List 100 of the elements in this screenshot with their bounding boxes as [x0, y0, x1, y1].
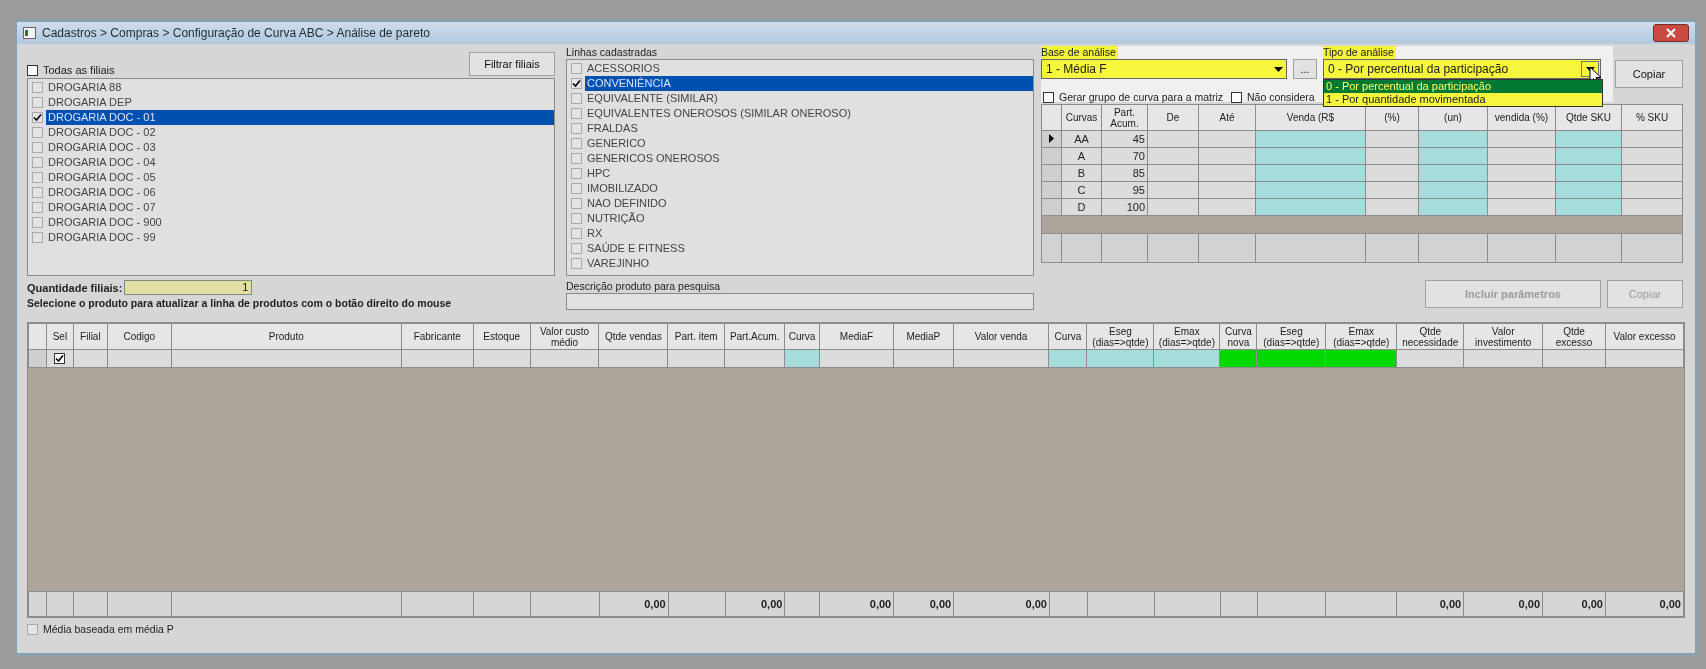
- list-item[interactable]: FRALDAS: [567, 121, 1033, 136]
- list-item[interactable]: GENERICOS ONEROSOS: [567, 151, 1033, 166]
- column-header[interactable]: % SKU: [1621, 104, 1683, 131]
- column-header[interactable]: Sel: [46, 323, 74, 350]
- column-header[interactable]: Fabricante: [401, 323, 474, 350]
- column-header[interactable]: Estoque: [473, 323, 531, 350]
- checkbox[interactable]: [571, 123, 582, 134]
- column-header[interactable]: Filial: [73, 323, 108, 350]
- column-header[interactable]: Valor investimento: [1463, 323, 1543, 350]
- checkbox[interactable]: [1231, 91, 1242, 103]
- checkbox[interactable]: [32, 157, 43, 168]
- list-item[interactable]: DROGARIA DOC - 03: [28, 140, 554, 155]
- checkbox[interactable]: [571, 198, 582, 209]
- column-header[interactable]: Codigo: [107, 323, 172, 350]
- column-header[interactable]: Qtde excesso: [1542, 323, 1606, 350]
- checkbox[interactable]: [32, 97, 43, 108]
- column-header[interactable]: Eseg (dias=>qtde): [1086, 323, 1154, 350]
- copy-button[interactable]: Copiar: [1615, 60, 1683, 88]
- list-item[interactable]: ACESSORIOS: [567, 61, 1033, 76]
- checkbox[interactable]: [571, 153, 582, 164]
- checkbox[interactable]: [571, 213, 582, 224]
- column-header[interactable]: Valor excesso: [1605, 323, 1684, 350]
- list-item[interactable]: EQUIVALENTES ONEROSOS (SIMILAR ONEROSO): [567, 106, 1033, 121]
- column-header[interactable]: Até: [1198, 104, 1256, 131]
- checkbox[interactable]: [571, 168, 582, 179]
- checkbox[interactable]: [32, 217, 43, 228]
- list-item[interactable]: DROGARIA DOC - 05: [28, 170, 554, 185]
- close-button[interactable]: [1653, 24, 1689, 42]
- checkbox[interactable]: [32, 172, 43, 183]
- checkbox[interactable]: [27, 623, 38, 635]
- list-item[interactable]: DROGARIA DOC - 06: [28, 185, 554, 200]
- column-header[interactable]: Part. Acum.: [1101, 104, 1148, 131]
- dropdown-value: 1 - Média F: [1046, 62, 1107, 76]
- checkbox[interactable]: [32, 232, 43, 243]
- checkbox[interactable]: [32, 142, 43, 153]
- checkbox[interactable]: [571, 78, 582, 89]
- item-label: DROGARIA DOC - 900: [47, 215, 162, 230]
- item-label: SAÚDE E FITNESS: [586, 241, 685, 256]
- column-header[interactable]: Emax (dias=>qtde): [1325, 323, 1397, 350]
- column-header[interactable]: Curvas: [1061, 104, 1102, 131]
- total-value: 0,00: [761, 598, 783, 610]
- checkbox[interactable]: [32, 187, 43, 198]
- column-header[interactable]: Emax (dias=>qtde): [1153, 323, 1220, 350]
- checkbox[interactable]: [27, 64, 38, 76]
- list-item[interactable]: DROGARIA DEP: [28, 95, 554, 110]
- checkbox[interactable]: [32, 112, 43, 123]
- checkbox[interactable]: [571, 108, 582, 119]
- column-header[interactable]: Valor custo médio: [530, 323, 599, 350]
- list-item[interactable]: EQUIVALENTE (SIMILAR): [567, 91, 1033, 106]
- column-header[interactable]: Part.Acum.: [724, 323, 785, 350]
- checkbox[interactable]: [571, 183, 582, 194]
- list-item[interactable]: DROGARIA 88: [28, 80, 554, 95]
- list-item[interactable]: DROGARIA DOC - 04: [28, 155, 554, 170]
- checkbox[interactable]: [32, 82, 43, 93]
- column-header[interactable]: Produto: [171, 323, 402, 350]
- list-item[interactable]: GENERICO: [567, 136, 1033, 151]
- item-label: DROGARIA DOC - 03: [47, 140, 156, 155]
- checkbox[interactable]: [54, 352, 66, 364]
- column-header[interactable]: Curva nova: [1219, 323, 1257, 350]
- checkbox[interactable]: [571, 138, 582, 149]
- checkbox[interactable]: [32, 202, 43, 213]
- checkbox[interactable]: [571, 63, 582, 74]
- list-item[interactable]: VAREJINHO: [567, 256, 1033, 271]
- filter-button[interactable]: Filtrar filiais: [469, 52, 555, 76]
- list-item[interactable]: SAÚDE E FITNESS: [567, 241, 1033, 256]
- caret-icon: [1273, 66, 1283, 72]
- checkbox[interactable]: [571, 258, 582, 269]
- column-header[interactable]: MediaF: [819, 323, 894, 350]
- column-header[interactable]: Valor venda: [953, 323, 1049, 350]
- list-item[interactable]: DROGARIA DOC - 02: [28, 125, 554, 140]
- list-item[interactable]: NAO DEFINIDO: [567, 196, 1033, 211]
- base-dropdown[interactable]: 1 - Média F: [1041, 59, 1287, 79]
- list-item[interactable]: RX: [567, 226, 1033, 241]
- dropdown-option[interactable]: 0 - Por percentual da participação: [1324, 80, 1602, 93]
- list-item[interactable]: NUTRIÇÃO: [567, 211, 1033, 226]
- item-label: GENERICOS ONEROSOS: [586, 151, 720, 166]
- list-item[interactable]: HPC: [567, 166, 1033, 181]
- column-header[interactable]: Curva: [1048, 323, 1087, 350]
- column-header[interactable]: Part. item: [667, 323, 725, 350]
- list-item[interactable]: DROGARIA DOC - 07: [28, 200, 554, 215]
- search-field[interactable]: [566, 293, 1034, 310]
- list-item[interactable]: DROGARIA DOC - 99: [28, 230, 554, 245]
- column-header[interactable]: De: [1147, 104, 1199, 131]
- column-header[interactable]: Qtde vendas: [598, 323, 668, 350]
- dropdown-option[interactable]: 1 - Por quantidade movimentada: [1324, 93, 1602, 106]
- more-button[interactable]: ...: [1293, 59, 1317, 79]
- list-item[interactable]: DROGARIA DOC - 900: [28, 215, 554, 230]
- checkbox[interactable]: [1043, 91, 1054, 103]
- column-header[interactable]: Curva: [784, 323, 820, 350]
- checkbox[interactable]: [571, 93, 582, 104]
- checkbox[interactable]: [571, 243, 582, 254]
- field-label: Descrição produto para pesquisa: [566, 280, 722, 293]
- checkbox[interactable]: [571, 228, 582, 239]
- column-header[interactable]: MediaP: [893, 323, 954, 350]
- column-header[interactable]: Qtde necessidade: [1396, 323, 1464, 350]
- instruction-text: Selecione o produto para atualizar a linha de produtos com o botão direito do mouse: [27, 297, 453, 309]
- list-item[interactable]: IMOBILIZADO: [567, 181, 1033, 196]
- checkbox[interactable]: [32, 127, 43, 138]
- column-header[interactable]: Eseg (dias=>qtde): [1256, 323, 1326, 350]
- column-header[interactable]: Venda (R$: [1255, 104, 1366, 131]
